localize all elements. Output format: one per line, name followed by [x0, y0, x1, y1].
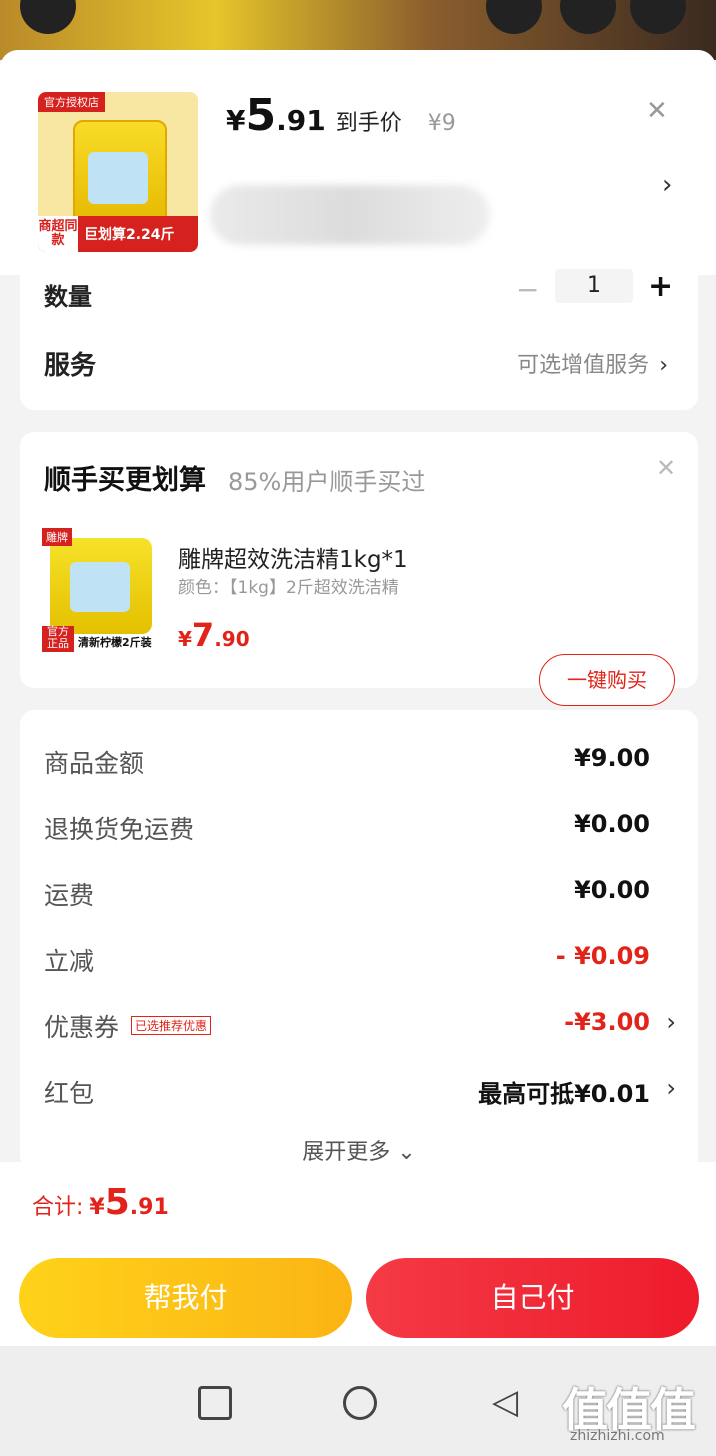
help-me-pay-button[interactable]: 帮我付 [19, 1258, 352, 1338]
plus-icon[interactable]: + [648, 269, 673, 304]
summary-label: 优惠券 已选推荐优惠 [44, 1008, 212, 1044]
close-icon[interactable]: ✕ [656, 454, 676, 482]
summary-label: 运费 [44, 881, 95, 910]
chevron-right-icon: › [666, 1008, 676, 1036]
summary-value: - ¥0.09 [555, 942, 650, 970]
summary-value: ¥0.00 [574, 876, 650, 904]
coupon-row[interactable]: 优惠券 已选推荐优惠 -¥3.00 › [44, 1008, 676, 1048]
summary-row: 运费 ¥0.00 [44, 876, 674, 916]
price-summary-card: 商品金额 ¥9.00 退换货免运费 ¥0.00 运费 ¥0.00 立减 - ¥0… [20, 710, 698, 1170]
service-value: 可选增值服务 [517, 353, 650, 378]
thumb-caption: 清新柠檬2斤装 [78, 636, 152, 649]
checkout-sheet: 官方授权店 商超同款 巨划算2.24斤 ¥ 5 .91 到手价 ¥9 ✕ › 数… [0, 50, 716, 1350]
total-symbol: ¥ [89, 1195, 105, 1220]
original-price: ¥9 [427, 111, 456, 136]
back-icon[interactable]: ◁ [492, 1382, 518, 1422]
share-button[interactable] [560, 0, 616, 34]
bottle-label [88, 152, 148, 204]
thumb-band-left: 商超同款 [38, 216, 78, 252]
summary-row: 退换货免运费 ¥0.00 [44, 810, 674, 850]
addon-price: ¥ 7 .90 [178, 616, 250, 654]
addon-card: 顺手买更划算 85%用户顺手买过 ✕ 雕牌 官方正品 清新柠檬2斤装 雕牌超效洗… [20, 432, 698, 706]
watermark-url: zhizhizhi.com [570, 1428, 665, 1444]
service-label: 服务 [44, 351, 97, 381]
coupon-tag: 已选推荐优惠 [131, 1015, 212, 1035]
action-bar: 帮我付 自己付 [0, 1250, 716, 1350]
thumb-band-right: 巨划算2.24斤 [84, 227, 175, 243]
summary-row: 立减 - ¥0.09 [44, 942, 674, 982]
pay-myself-button[interactable]: 自己付 [366, 1258, 699, 1338]
back-button[interactable] [20, 0, 76, 34]
summary-label: 商品金额 [44, 749, 145, 778]
official-badge: 官方正品 [42, 626, 74, 652]
blurred-spec-selector[interactable] [210, 185, 490, 245]
summary-value: -¥3.00 [564, 1008, 650, 1036]
price-symbol: ¥ [226, 104, 246, 137]
summary-label: 退换货免运费 [44, 815, 195, 844]
red-packet-row[interactable]: 红包 最高可抵¥0.01 › [44, 1074, 676, 1114]
price-decimal: .91 [276, 104, 326, 137]
home-icon[interactable] [343, 1386, 377, 1420]
product-thumbnail: 官方授权店 商超同款 巨划算2.24斤 [38, 92, 198, 252]
addon-product-color: 颜色：【1kg】2斤超效洗洁精 [178, 578, 399, 598]
summary-value: ¥9.00 [574, 744, 650, 772]
chevron-right-icon[interactable]: › [662, 170, 672, 200]
summary-label: 红包 [44, 1079, 95, 1108]
total-label: 合计: [32, 1195, 84, 1220]
addon-price-symbol: ¥ [178, 627, 192, 651]
chevron-right-icon: › [659, 353, 668, 378]
recent-apps-icon[interactable] [198, 1386, 232, 1420]
minus-icon[interactable]: − [516, 273, 539, 306]
more-button[interactable] [630, 0, 686, 34]
quantity-label: 数量 [44, 283, 92, 311]
addon-subtitle: 85%用户顺手买过 [228, 468, 426, 496]
quantity-input[interactable]: 1 [555, 269, 633, 303]
addon-product-image[interactable]: 雕牌 官方正品 清新柠檬2斤装 [42, 528, 162, 652]
summary-row: 商品金额 ¥9.00 [44, 744, 674, 784]
summary-value: 最高可抵¥0.01 [478, 1080, 650, 1108]
bottle-label [70, 562, 130, 612]
total-bar: 合计: ¥ 5 .91 [0, 1162, 716, 1250]
one-click-buy-button[interactable]: 一键购买 [539, 654, 675, 706]
coupon-label: 优惠券 [44, 1013, 120, 1042]
total-integer: 5 [104, 1182, 130, 1223]
total-amount: 合计: ¥ 5 .91 [32, 1182, 169, 1223]
total-decimal: .91 [129, 1195, 169, 1220]
favorite-button[interactable] [486, 0, 542, 34]
addon-price-decimal: .90 [214, 627, 250, 651]
thumb-band: 商超同款 巨划算2.24斤 [38, 216, 198, 252]
price-integer: 5 [245, 90, 277, 141]
summary-label: 立减 [44, 947, 95, 976]
addon-title: 顺手买更划算 [44, 465, 206, 496]
product-header: 官方授权店 商超同款 巨划算2.24斤 ¥ 5 .91 到手价 ¥9 ✕ › [0, 50, 716, 275]
summary-value: ¥0.00 [574, 810, 650, 838]
addon-price-integer: 7 [191, 616, 215, 654]
chevron-right-icon: › [666, 1074, 676, 1102]
price-label: 到手价 [335, 111, 402, 136]
close-icon[interactable]: ✕ [646, 96, 668, 126]
final-price: ¥ 5 .91 到手价 ¥9 [226, 90, 456, 141]
addon-product-name[interactable]: 雕牌超效洗洁精1kg*1 [178, 540, 408, 574]
service-selector[interactable]: 可选增值服务 › [517, 347, 668, 379]
thumb-store-tag: 官方授权店 [38, 92, 105, 112]
brand-tag: 雕牌 [42, 528, 72, 546]
quantity-service-card: 数量 − 1 + 服务 可选增值服务 › [20, 269, 698, 410]
